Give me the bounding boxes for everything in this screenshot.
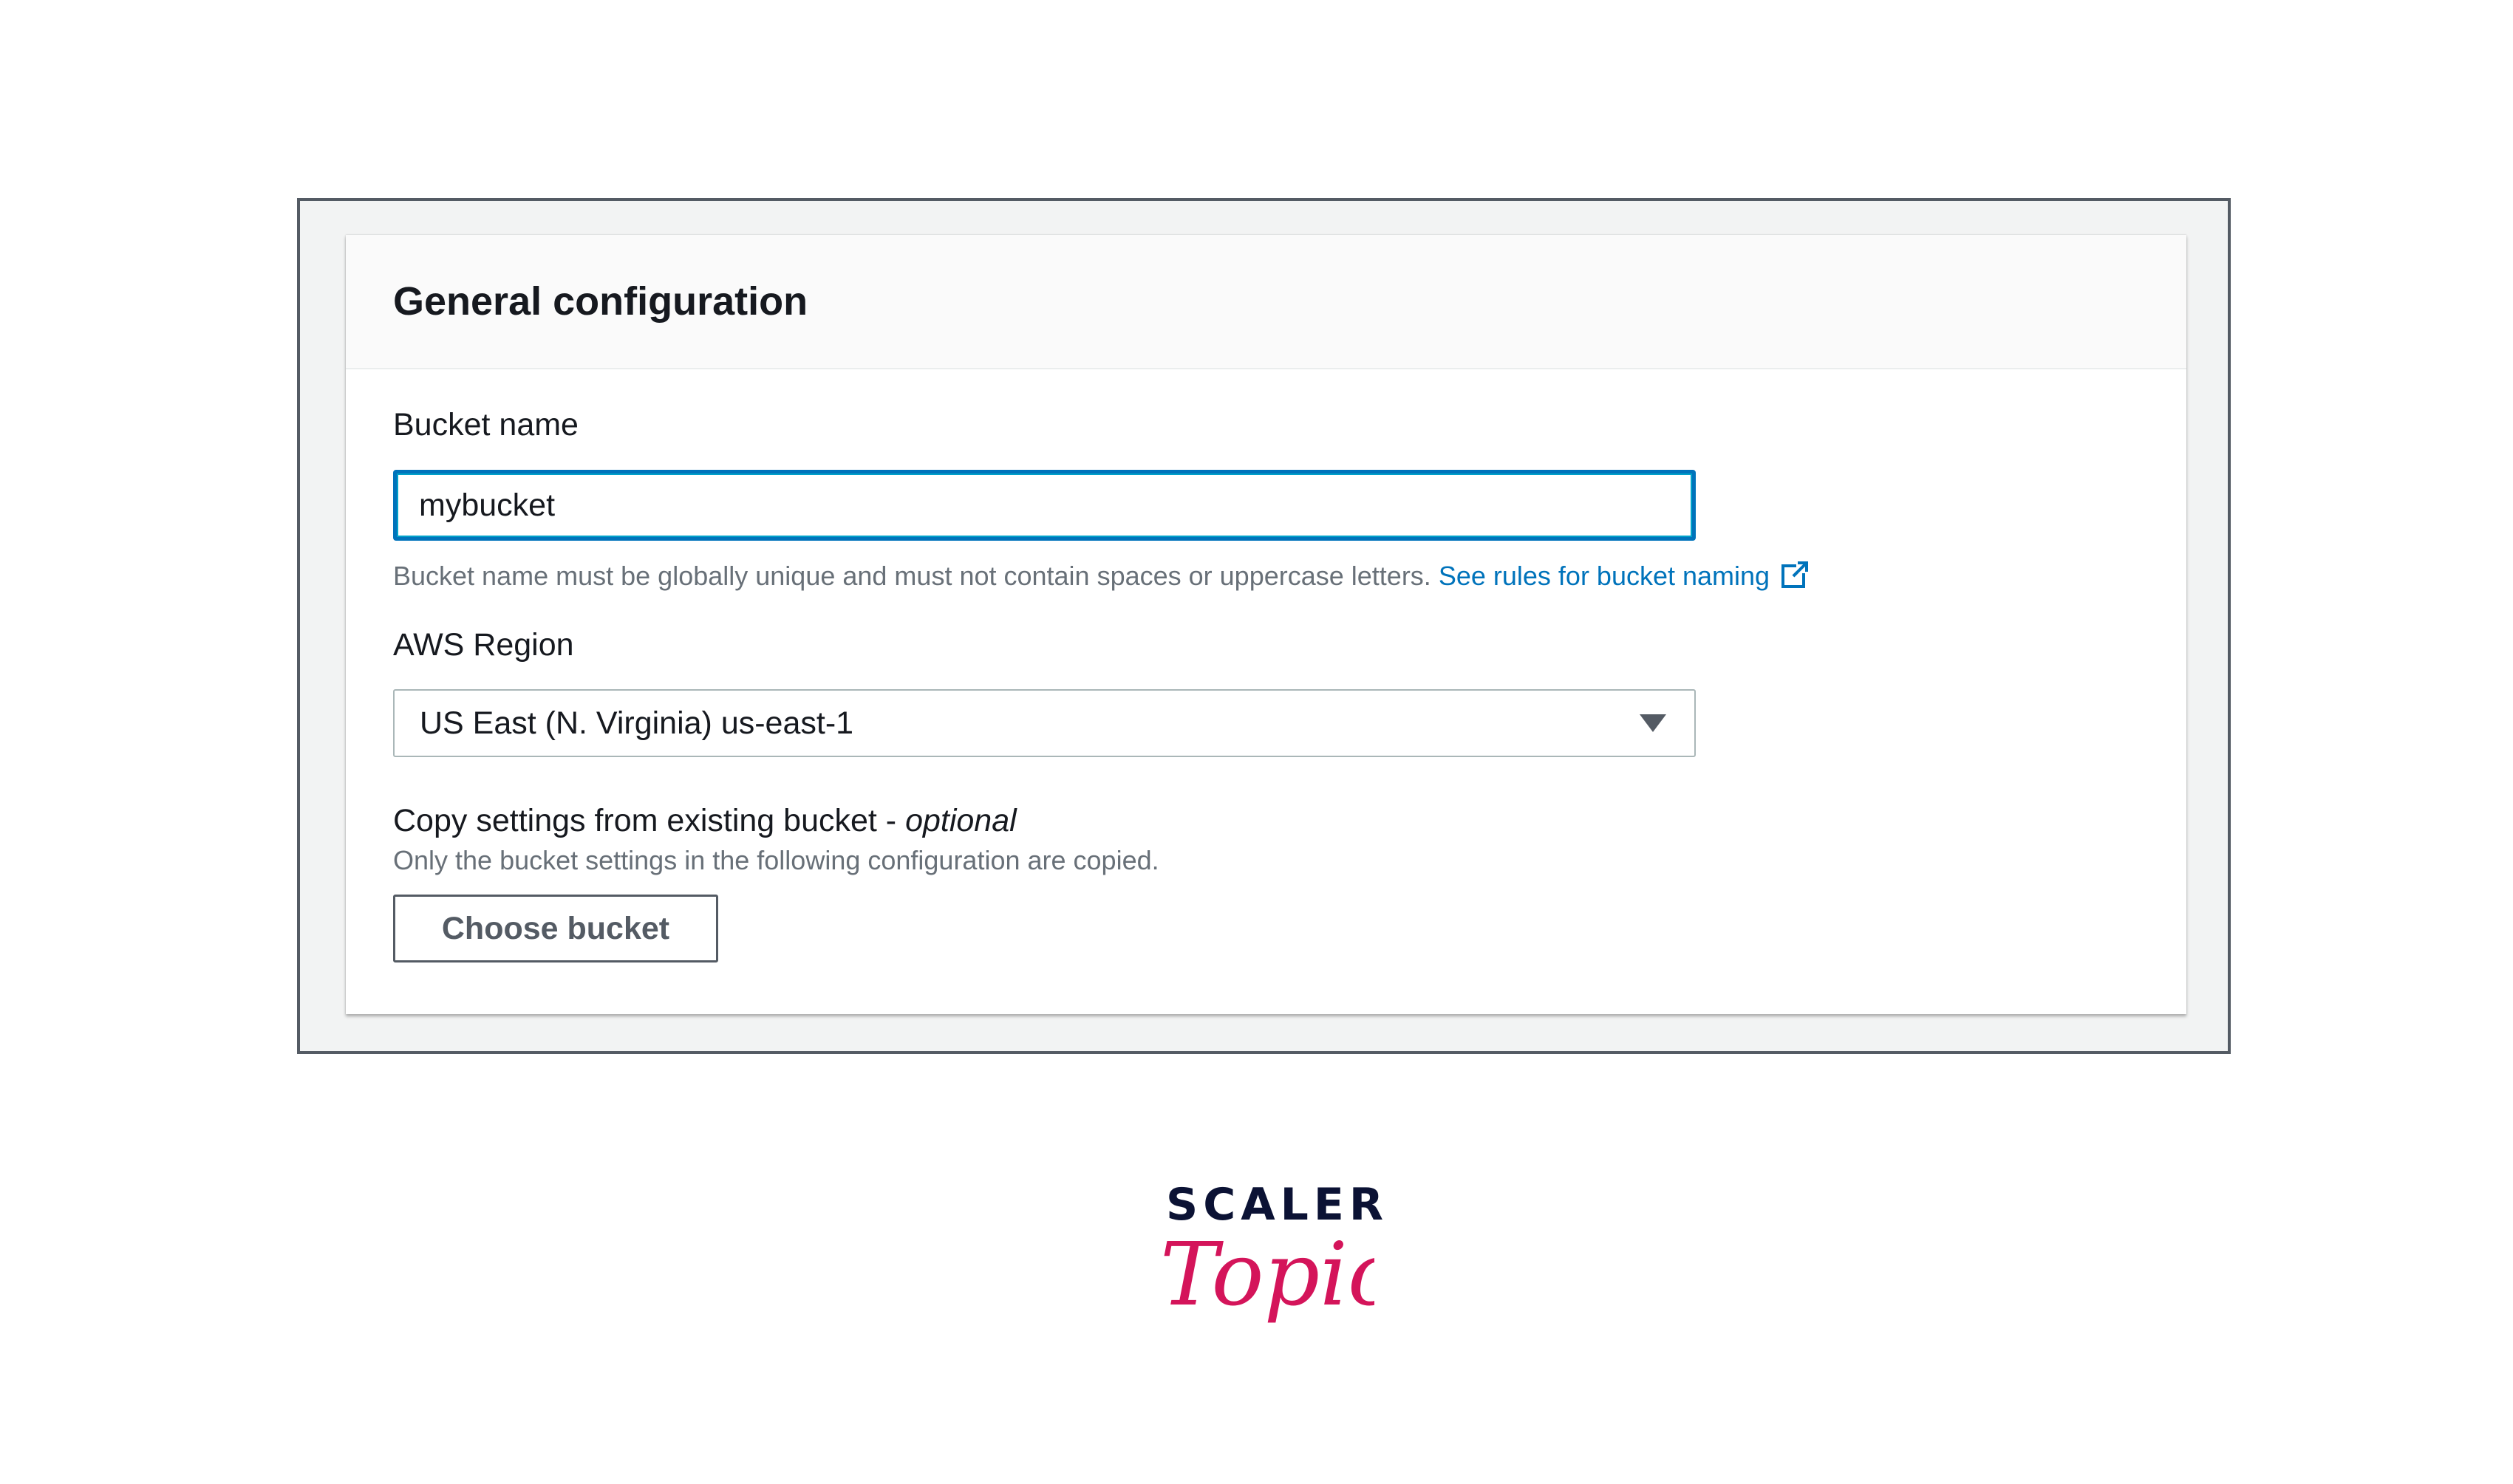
bucket-name-hint: Bucket name must be globally unique and … [393,560,1810,592]
bucket-naming-rules-link[interactable]: See rules for bucket naming [1438,560,1810,591]
optional-tag: optional [905,803,1017,838]
bucket-name-label: Bucket name [393,407,579,442]
panel-title: General configuration [393,279,808,324]
screenshot-frame: General configuration Bucket name Bucket… [297,198,2231,1054]
panel-header: General configuration [346,235,2186,369]
external-link-icon [1781,560,1810,588]
caret-down-icon [1640,714,1666,732]
choose-bucket-button[interactable]: Choose bucket [393,895,718,962]
aws-region-selected-value: US East (N. Virginia) us-east-1 [420,705,854,741]
aws-region-label: AWS Region [393,627,574,663]
copy-settings-label: Copy settings from existing bucket - opt… [393,802,1017,841]
aws-region-select[interactable]: US East (N. Virginia) us-east-1 [393,689,1696,757]
scaler-topics-logo: SCALER Topics [1153,1179,1383,1356]
copy-settings-label-text: Copy settings from existing bucket - [393,803,906,838]
general-configuration-panel: General configuration Bucket name Bucket… [346,235,2186,1014]
logo-topics-text: Topics [1160,1223,1374,1325]
copy-settings-description: Only the bucket settings in the followin… [393,845,1159,875]
bucket-name-input[interactable] [393,470,1696,541]
logo-topics-script: Topics [1160,1223,1374,1325]
bucket-naming-rules-link-text: See rules for bucket naming [1438,561,1770,591]
bucket-name-hint-text: Bucket name must be globally unique and … [393,561,1431,591]
